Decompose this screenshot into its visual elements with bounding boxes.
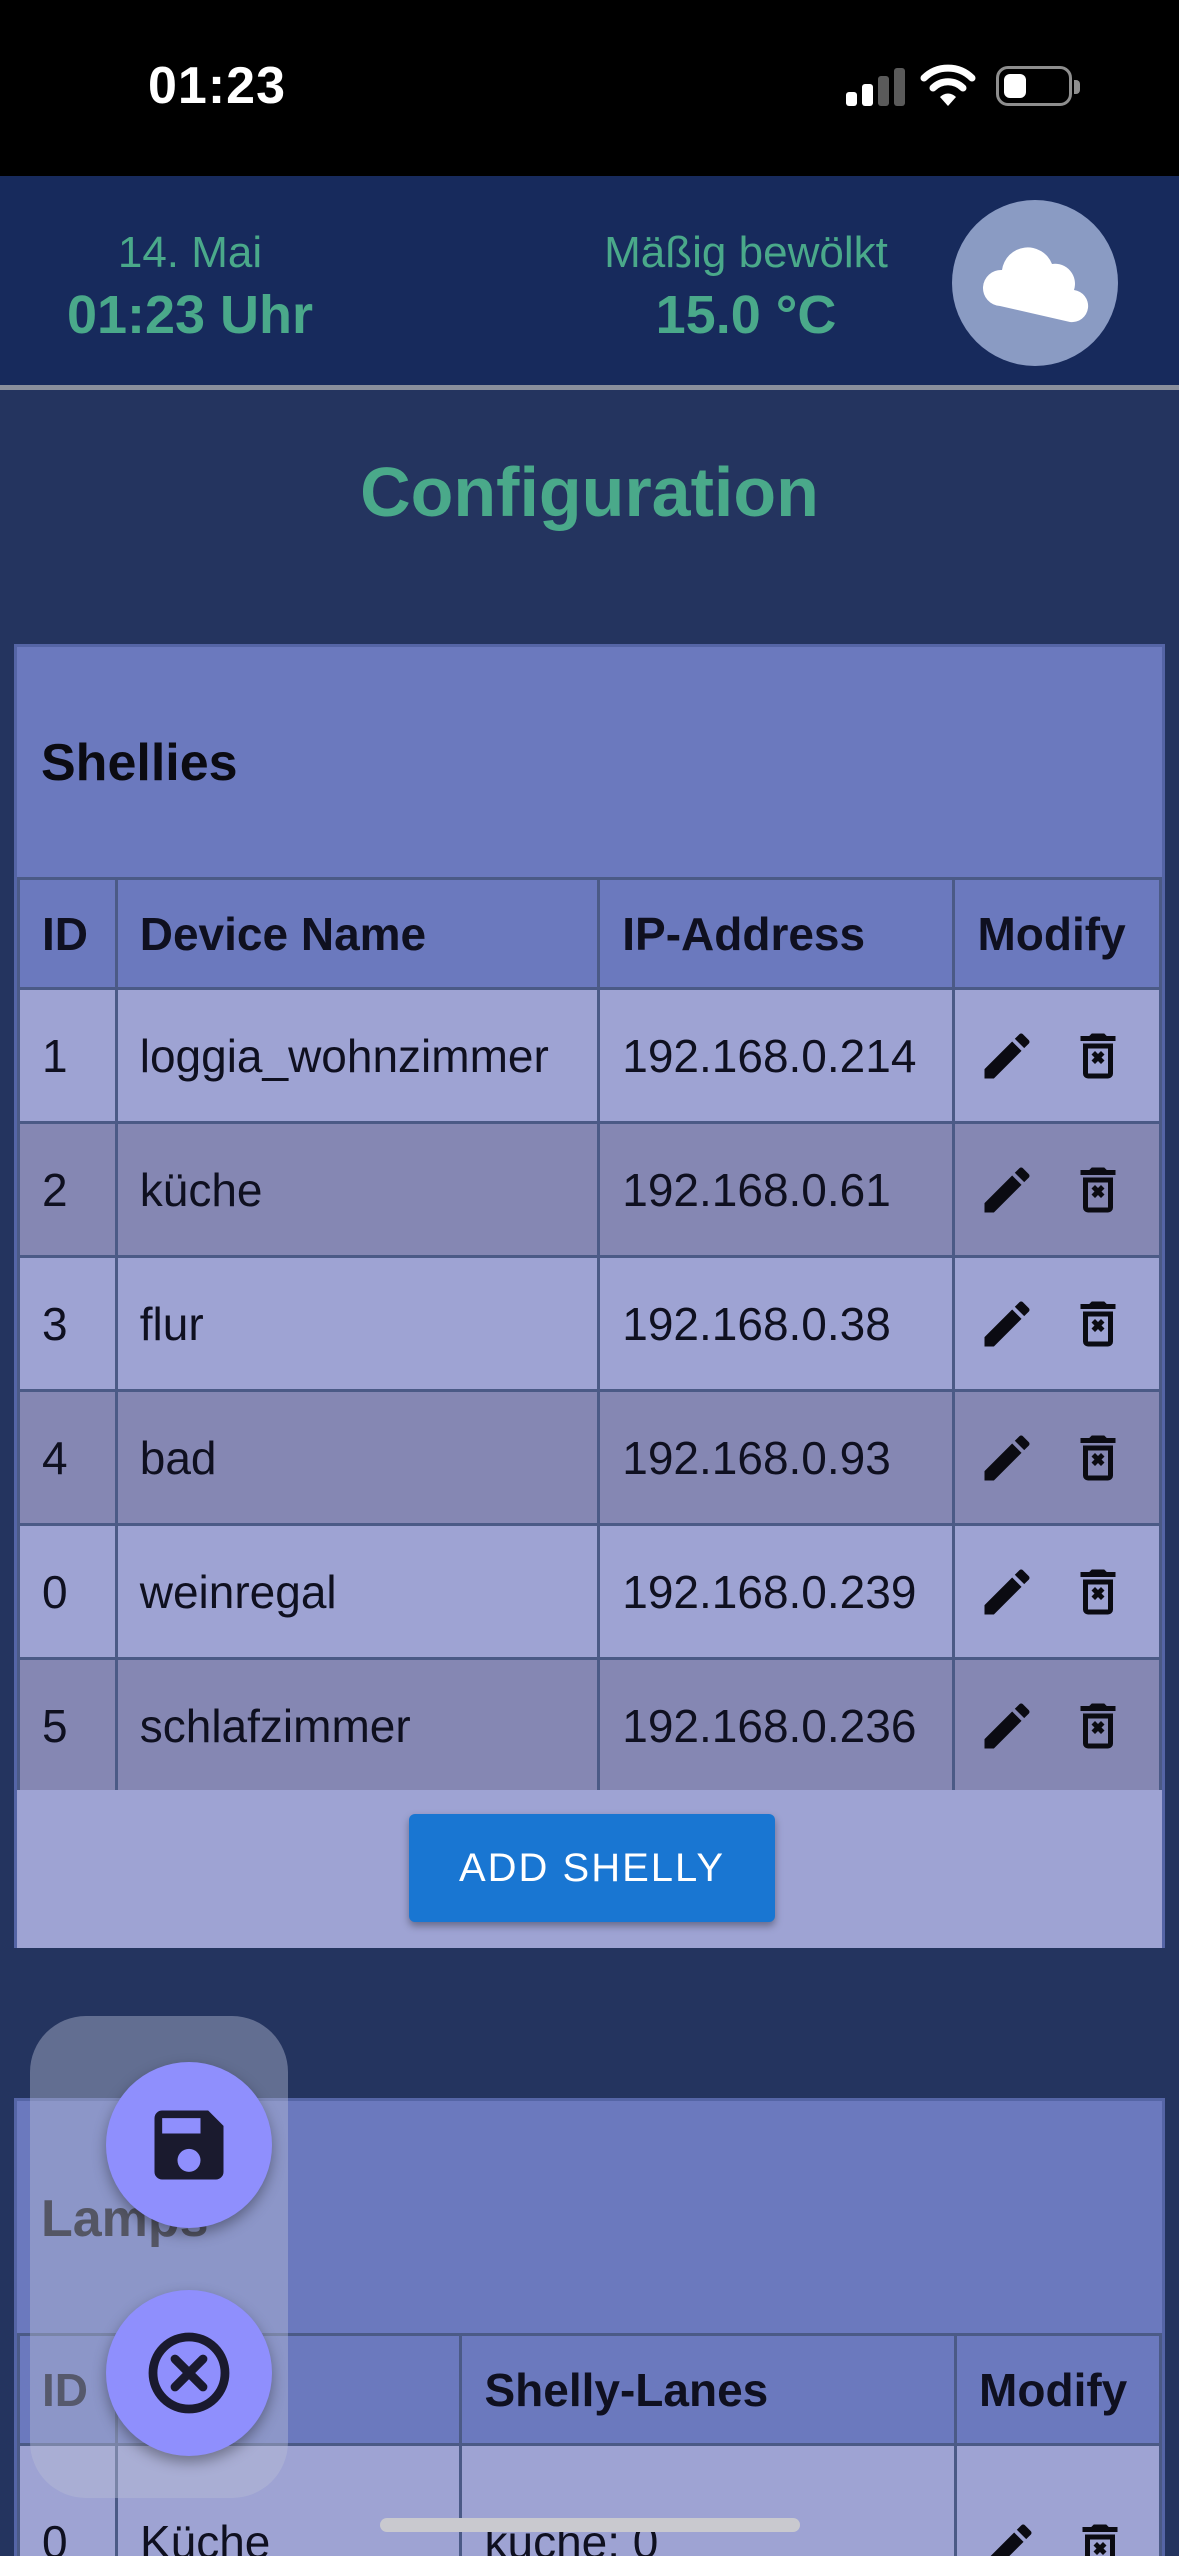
cancel-button[interactable]	[106, 2290, 272, 2456]
trash-icon[interactable]	[1068, 1428, 1128, 1488]
pencil-icon[interactable]	[977, 1696, 1037, 1756]
shelly-id: 3	[17, 1255, 118, 1392]
app-header: 14. Mai 01:23 Uhr Mäßig bewölkt 15.0 °C	[0, 176, 1179, 390]
pencil-icon[interactable]	[977, 1160, 1037, 1220]
shelly-id: 0	[17, 1523, 118, 1660]
pencil-icon[interactable]	[977, 1428, 1037, 1488]
shelly-id: 1	[17, 987, 118, 1124]
shellies-footer: ADD SHELLY	[17, 1790, 1162, 1948]
shelly-id: 2	[17, 1121, 118, 1258]
shelly-ip-address: 192.168.0.38	[597, 1255, 956, 1392]
column-header-id: ID	[17, 877, 118, 990]
shelly-device-name: küche	[114, 1121, 601, 1258]
shelly-id: 4	[17, 1389, 118, 1526]
home-indicator	[380, 2518, 800, 2532]
cancel-circle-icon	[148, 2332, 230, 2414]
table-row: 1 loggia_wohnzimmer 192.168.0.214	[17, 987, 1162, 1124]
weather-badge	[952, 200, 1118, 366]
shelly-ip-address: 192.168.0.61	[597, 1121, 956, 1258]
table-row: 5 schlafzimmer 192.168.0.236	[17, 1657, 1162, 1794]
trash-icon[interactable]	[1068, 1562, 1128, 1622]
header-date: 14. Mai	[117, 228, 263, 277]
trash-icon[interactable]	[1068, 1026, 1128, 1086]
weather-description: Mäßig bewölkt	[604, 228, 888, 277]
temperature: 15.0 °C	[655, 285, 837, 345]
table-row: 3 flur 192.168.0.38	[17, 1255, 1162, 1392]
shellies-title: Shellies	[41, 734, 238, 792]
table-row: 0 weinregal 192.168.0.239	[17, 1523, 1162, 1660]
shellies-card: Shellies ID Device Name IP-Address Modif…	[14, 644, 1165, 1948]
trash-icon[interactable]	[1068, 1160, 1128, 1220]
column-header-modify: Modify	[952, 877, 1162, 990]
modify-cell	[952, 1121, 1162, 1258]
wifi-icon	[920, 64, 976, 106]
modify-cell	[954, 2443, 1162, 2556]
table-row: 2 küche 192.168.0.61	[17, 1121, 1162, 1258]
pencil-icon[interactable]	[979, 2517, 1039, 2556]
status-time: 01:23	[148, 57, 286, 115]
pencil-icon[interactable]	[977, 1562, 1037, 1622]
modify-cell	[952, 1389, 1162, 1526]
status-bar: 01:23	[0, 0, 1179, 176]
pencil-icon[interactable]	[977, 1026, 1037, 1086]
shelly-device-name: weinregal	[114, 1523, 601, 1660]
column-header-ip-address: IP-Address	[597, 877, 956, 990]
pencil-icon[interactable]	[977, 1294, 1037, 1354]
column-header-modify: Modify	[954, 2333, 1162, 2446]
modify-cell	[952, 1255, 1162, 1392]
shelly-ip-address: 192.168.0.214	[597, 987, 956, 1124]
shelly-device-name: flur	[114, 1255, 601, 1392]
add-shelly-button[interactable]: ADD SHELLY	[409, 1814, 775, 1922]
modify-cell	[952, 1523, 1162, 1660]
trash-icon[interactable]	[1070, 2517, 1130, 2556]
fab-panel	[30, 2016, 288, 2498]
shelly-id: 5	[17, 1657, 118, 1794]
lamp-shelly-lanes: kuche: 0	[459, 2443, 958, 2556]
trash-icon[interactable]	[1068, 1294, 1128, 1354]
cloud-icon	[982, 247, 1089, 323]
column-header-shelly-lanes: Shelly-Lanes	[459, 2333, 958, 2446]
modify-cell	[952, 987, 1162, 1124]
battery-icon	[996, 66, 1080, 106]
save-icon	[154, 2110, 224, 2180]
page-title: Configuration	[360, 453, 819, 531]
table-header-row: ID Device Name IP-Address Modify	[17, 877, 1162, 990]
header-time: 01:23 Uhr	[66, 285, 314, 345]
shelly-device-name: bad	[114, 1389, 601, 1526]
shellies-table: ID Device Name IP-Address Modify 1 loggi…	[17, 877, 1162, 1794]
cellular-signal-icon	[846, 68, 908, 106]
column-header-device-name: Device Name	[114, 877, 601, 990]
shelly-ip-address: 192.168.0.236	[597, 1657, 956, 1794]
save-button[interactable]	[106, 2062, 272, 2228]
shelly-device-name: schlafzimmer	[114, 1657, 601, 1794]
shelly-ip-address: 192.168.0.93	[597, 1389, 956, 1526]
trash-icon[interactable]	[1068, 1696, 1128, 1756]
table-row: 4 bad 192.168.0.93	[17, 1389, 1162, 1526]
shelly-device-name: loggia_wohnzimmer	[114, 987, 601, 1124]
date-time-block: 14. Mai 01:23 Uhr	[40, 228, 340, 346]
modify-cell	[952, 1657, 1162, 1794]
shelly-ip-address: 192.168.0.239	[597, 1523, 956, 1660]
weather-block: Mäßig bewölkt 15.0 °C	[560, 228, 932, 346]
